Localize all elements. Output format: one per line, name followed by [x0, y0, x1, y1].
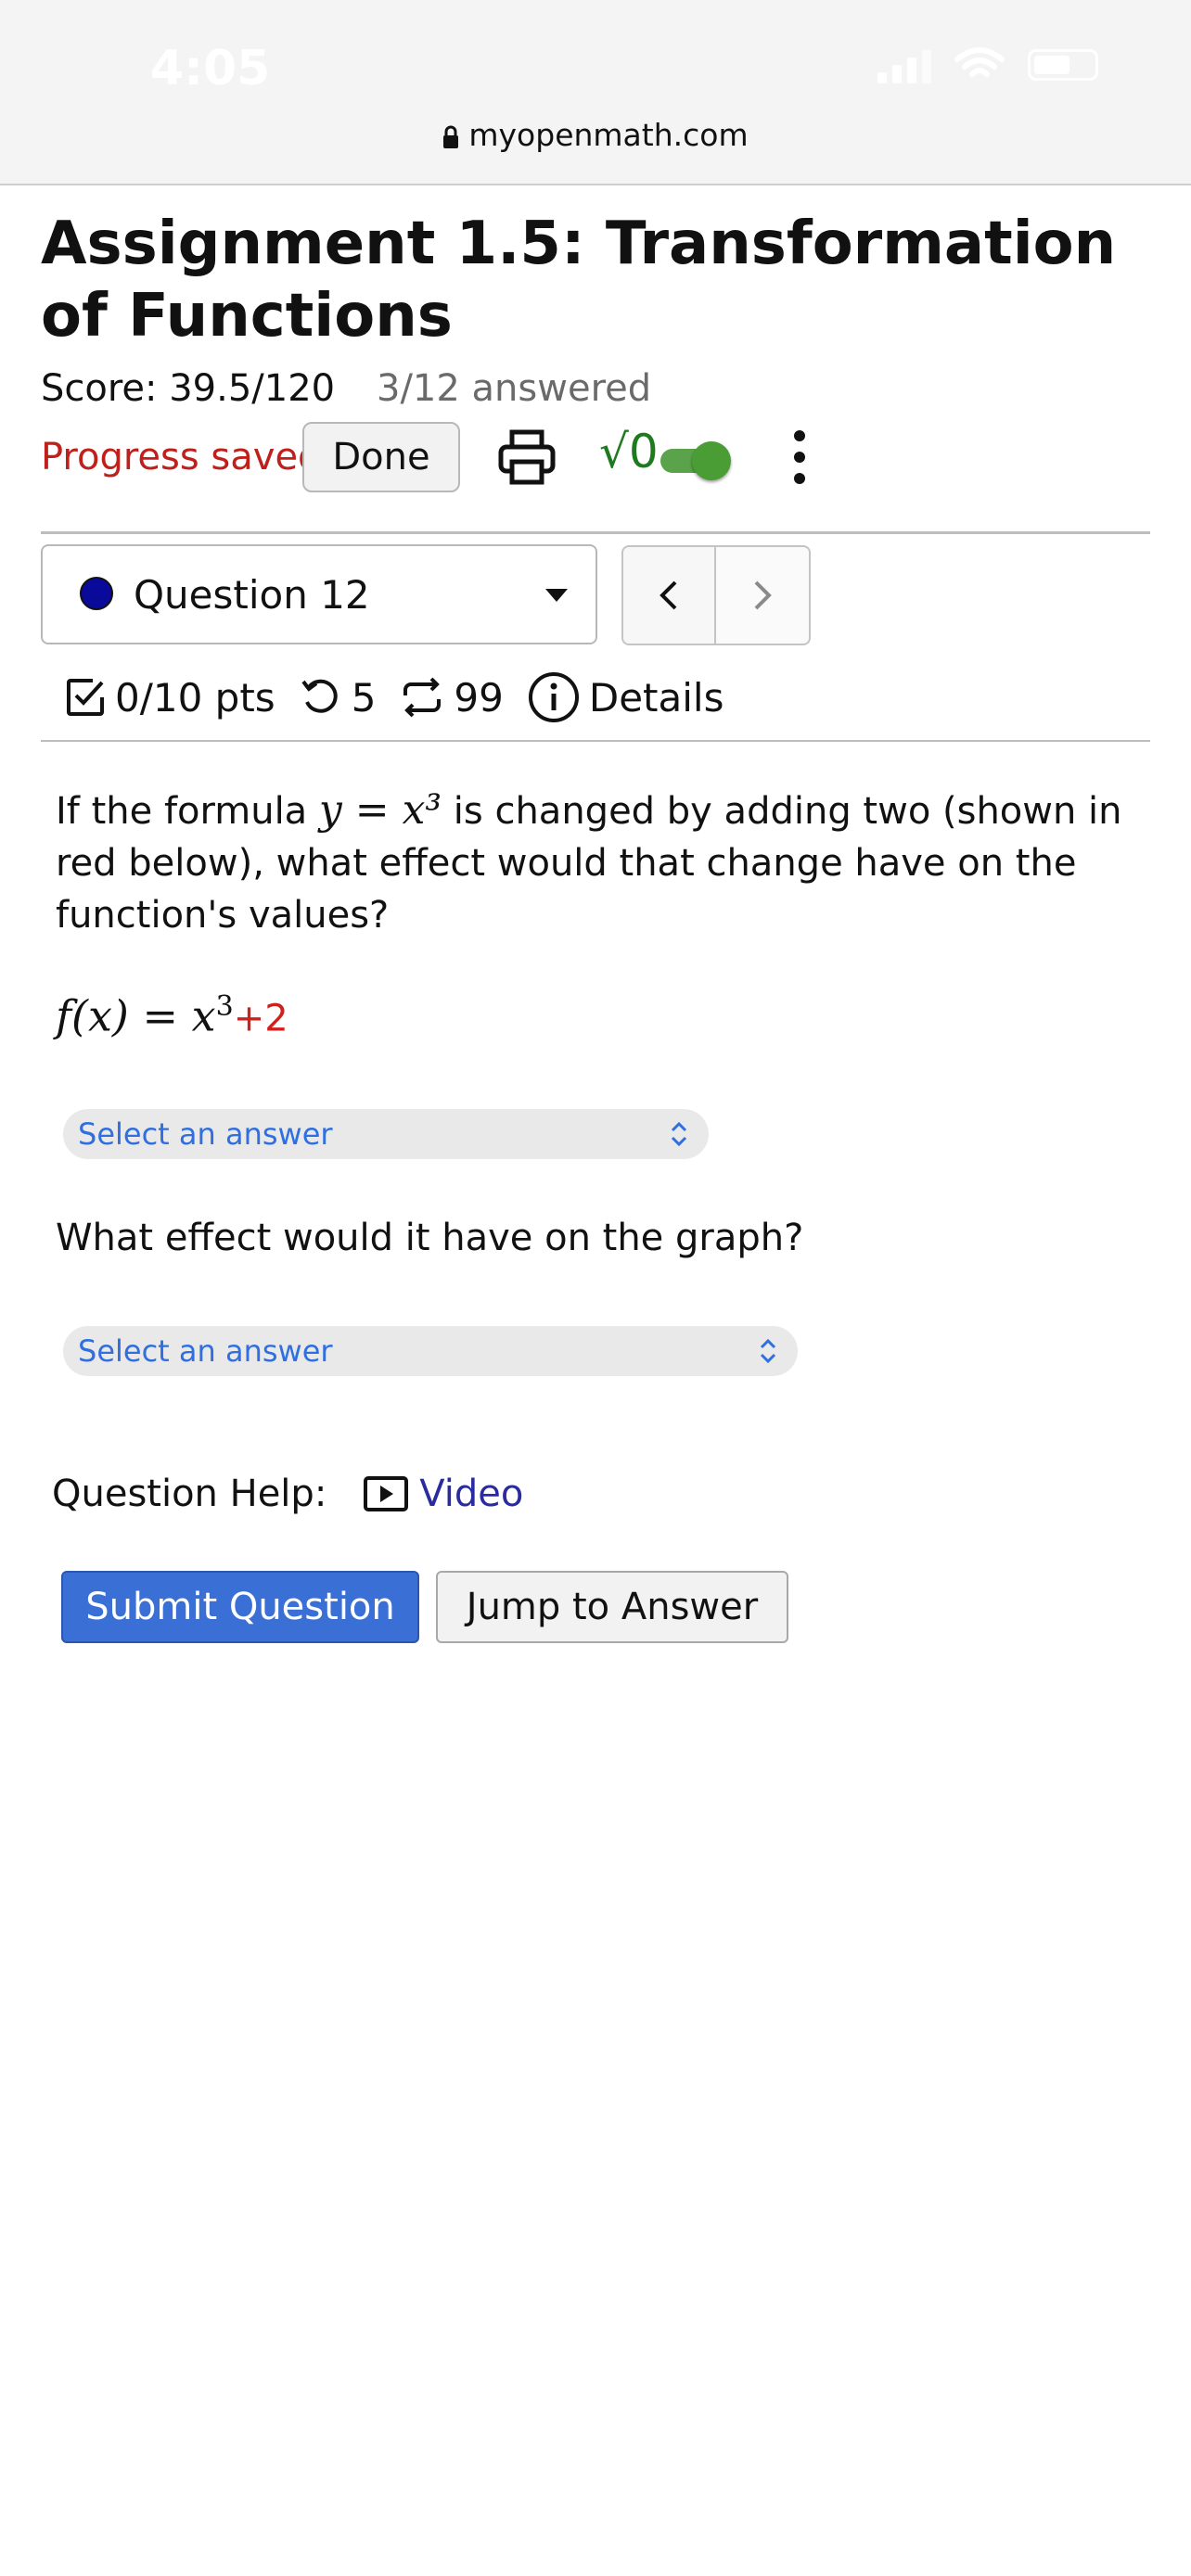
- next-question-button[interactable]: [716, 545, 811, 645]
- done-button[interactable]: Done: [302, 422, 460, 492]
- video-link-label: Video: [419, 1473, 524, 1515]
- question-status-dot: [80, 577, 113, 610]
- answer-select-values[interactable]: Select an answer: [63, 1109, 709, 1159]
- points-info: 0/10 pts: [65, 675, 275, 721]
- points-text: 0/10 pts: [115, 674, 275, 721]
- question-help: Question Help: Video: [52, 1473, 523, 1515]
- print-icon[interactable]: [497, 428, 557, 486]
- retries-info: 5: [300, 674, 377, 721]
- retry-icon: [301, 679, 338, 713]
- toggle-knob: [692, 441, 731, 480]
- score-text: Score: 39.5/120: [41, 367, 336, 410]
- progress-saved-status: Progress saved: [41, 436, 322, 478]
- url-text: myopenmath.com: [468, 117, 749, 153]
- math-entry-toggle[interactable]: [660, 441, 736, 480]
- attempts-icon: [403, 677, 442, 718]
- chevron-right-icon: [754, 580, 772, 610]
- question-help-label: Question Help:: [52, 1473, 327, 1515]
- formula-main: f(x) = x: [56, 990, 216, 1041]
- answered-count: 3/12 answered: [377, 367, 652, 410]
- chevron-left-icon: [660, 580, 677, 610]
- select-updown-icon: [671, 1121, 687, 1147]
- page-title: Assignment 1.5: Transformation of Functi…: [41, 210, 1117, 351]
- wifi-icon: [954, 47, 1005, 77]
- answer-select-placeholder: Select an answer: [78, 1116, 333, 1152]
- answer-select-graph[interactable]: Select an answer: [63, 1326, 798, 1376]
- question-select[interactable]: Question 12: [41, 544, 597, 644]
- math-entry-label: √0: [599, 425, 659, 478]
- inline-formula: y = x³: [318, 786, 442, 834]
- signal-icon: [877, 46, 931, 83]
- previous-question-button[interactable]: [621, 545, 716, 645]
- video-help-link[interactable]: Video: [364, 1473, 523, 1515]
- function-formula: f(x) = x3+2: [56, 990, 288, 1040]
- formula-added-term: +2: [233, 997, 288, 1040]
- details-button[interactable]: Details: [528, 671, 724, 723]
- browser-top-bar: 4:05 myopenmath.com: [0, 0, 1191, 185]
- attempts-info: 99: [400, 674, 504, 721]
- lock-icon: [443, 125, 459, 148]
- question-info-row: 0/10 pts 5 99 Details: [65, 671, 748, 723]
- attempts-count: 99: [454, 674, 504, 721]
- checkbox-icon: [67, 679, 104, 716]
- status-time: 4:05: [150, 41, 271, 96]
- details-label: Details: [588, 674, 724, 721]
- question-text-part1: If the formula: [56, 790, 308, 833]
- divider: [41, 531, 1150, 534]
- more-options-icon[interactable]: [790, 430, 809, 484]
- question-text: If the formula y = x³ is changed by addi…: [56, 784, 1132, 941]
- select-updown-icon: [760, 1338, 776, 1364]
- formula-exponent: 3: [215, 990, 234, 1023]
- caret-down-icon: [545, 589, 568, 602]
- status-icons: [877, 46, 1098, 83]
- answer-select-placeholder: Select an answer: [78, 1333, 333, 1369]
- jump-to-answer-button[interactable]: Jump to Answer: [436, 1571, 788, 1643]
- submit-question-button[interactable]: Submit Question: [61, 1571, 419, 1643]
- info-icon: [528, 672, 579, 722]
- battery-icon: [1028, 49, 1098, 81]
- video-icon: [364, 1476, 409, 1511]
- question-2-text: What effect would it have on the graph?: [56, 1217, 804, 1259]
- retries-count: 5: [351, 674, 377, 721]
- question-select-label: Question 12: [134, 572, 370, 618]
- divider: [41, 740, 1150, 742]
- address-bar[interactable]: myopenmath.com: [0, 117, 1191, 153]
